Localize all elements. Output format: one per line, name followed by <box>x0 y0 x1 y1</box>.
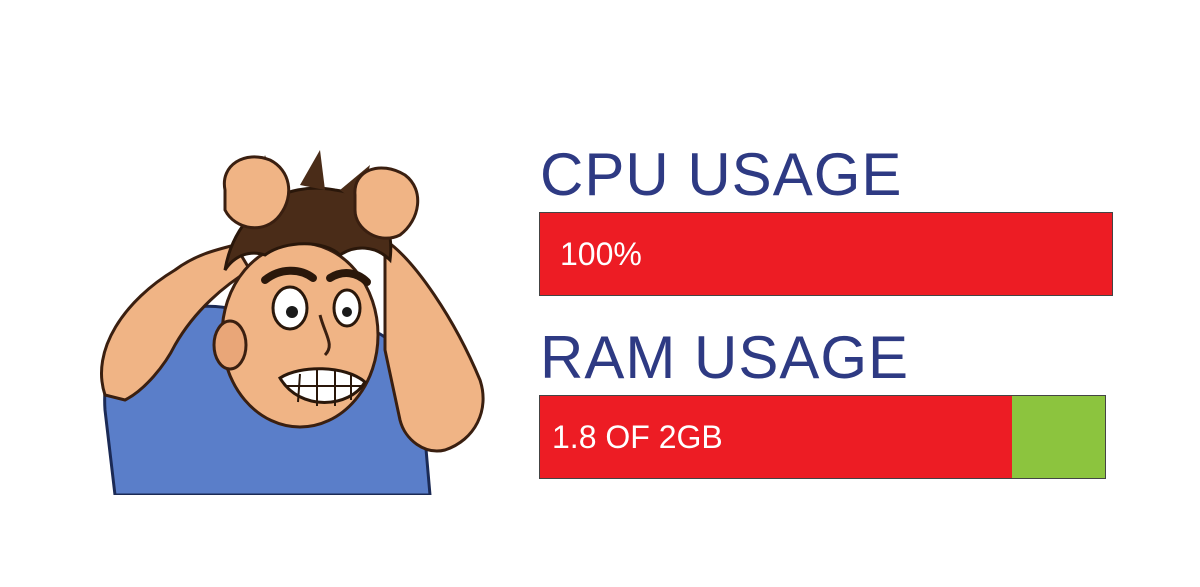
frustrated-man-pulling-hair-icon <box>85 150 505 495</box>
cpu-usage-label: 100% <box>560 235 642 272</box>
cpu-usage-bar: 100% <box>539 212 1113 296</box>
ram-usage-title: RAM USAGE <box>540 324 910 391</box>
cpu-usage-title: CPU USAGE <box>540 141 903 208</box>
ram-usage-bar: 1.8 OF 2GB <box>539 395 1106 479</box>
ram-usage-label: 1.8 OF 2GB <box>552 418 723 455</box>
